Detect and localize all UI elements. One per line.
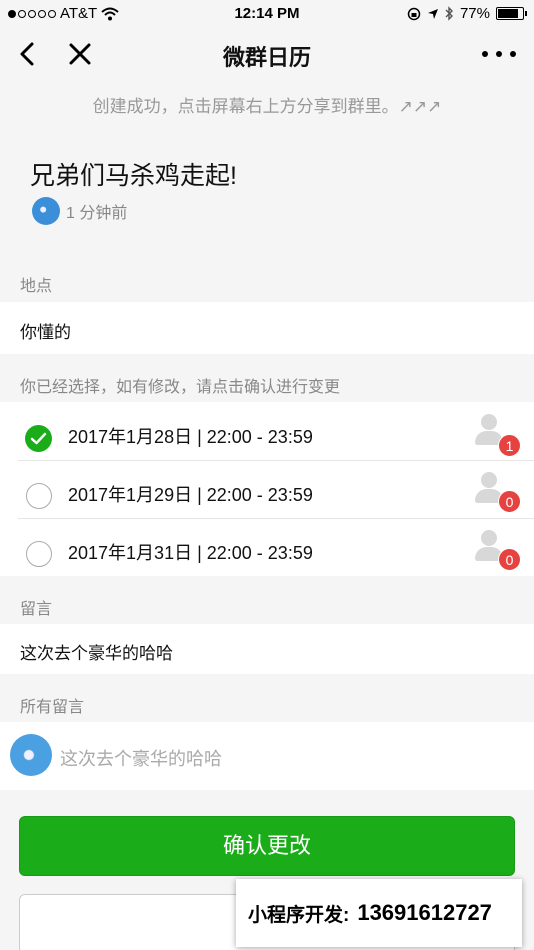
bluetooth-icon: [445, 6, 453, 21]
schedule-hint: 你已经选择，如有修改，请点击确认进行变更: [20, 379, 341, 396]
message-label: 留言: [20, 601, 53, 618]
commenter-avatar: [10, 734, 52, 776]
all-messages-label: 所有留言: [20, 699, 85, 716]
schedule-option[interactable]: 2017年1月28日 | 22:00 - 23:59 1: [0, 405, 534, 463]
location-arrow-icon: [427, 8, 438, 19]
status-right: 77%: [407, 5, 527, 22]
location-value: 你懂的: [20, 323, 71, 342]
creator-avatar: [32, 197, 60, 225]
participant-count-badge: 1: [498, 434, 521, 457]
participant-count-badge: 0: [498, 490, 521, 513]
message-field[interactable]: 这次去个豪华的哈哈: [0, 624, 534, 674]
unchecked-icon[interactable]: [26, 541, 52, 567]
divider: [18, 460, 534, 461]
more-menu-icon[interactable]: [482, 44, 516, 64]
location-label: 地点: [20, 278, 53, 295]
event-title: 兄弟们马杀鸡走起!: [30, 162, 237, 190]
promo-overlay: 小程序开发: 13691612727: [236, 879, 522, 947]
schedule-option-text: 2017年1月29日 | 22:00 - 23:59: [68, 485, 313, 505]
status-bar: AT&T 12:14 PM 77%: [0, 0, 534, 28]
schedule-list: 2017年1月28日 | 22:00 - 23:59 1 2017年1月29日 …: [0, 402, 534, 576]
rotation-lock-icon: [407, 7, 421, 20]
checked-icon[interactable]: [25, 425, 52, 452]
creator-row: 1 分钟前: [32, 197, 127, 225]
promo-label: 小程序开发:: [248, 904, 350, 926]
battery-percent: 77%: [459, 5, 490, 22]
message-value: 这次去个豪华的哈哈: [20, 644, 173, 663]
confirm-change-button[interactable]: 确认更改: [19, 816, 515, 876]
schedule-option[interactable]: 2017年1月31日 | 22:00 - 23:59 0: [0, 521, 534, 579]
schedule-option-text: 2017年1月31日 | 22:00 - 23:59: [68, 543, 313, 563]
share-hint: 创建成功，点击屏幕右上方分享到群里。↗↗↗: [92, 97, 442, 116]
divider: [18, 518, 534, 519]
created-time: 1 分钟前: [66, 205, 128, 222]
nav-bar: 微群日历: [0, 28, 534, 80]
schedule-option[interactable]: 2017年1月29日 | 22:00 - 23:59 0: [0, 463, 534, 521]
schedule-option-text: 2017年1月28日 | 22:00 - 23:59: [68, 427, 313, 447]
participant-count-badge: 0: [498, 548, 521, 571]
unchecked-icon[interactable]: [26, 483, 52, 509]
battery-icon: [496, 7, 527, 20]
page-title: 微群日历: [222, 45, 311, 70]
promo-phone: 13691612727: [357, 900, 492, 925]
location-field[interactable]: 你懂的: [0, 302, 534, 354]
comment-text: 这次去个豪华的哈哈: [60, 749, 222, 769]
